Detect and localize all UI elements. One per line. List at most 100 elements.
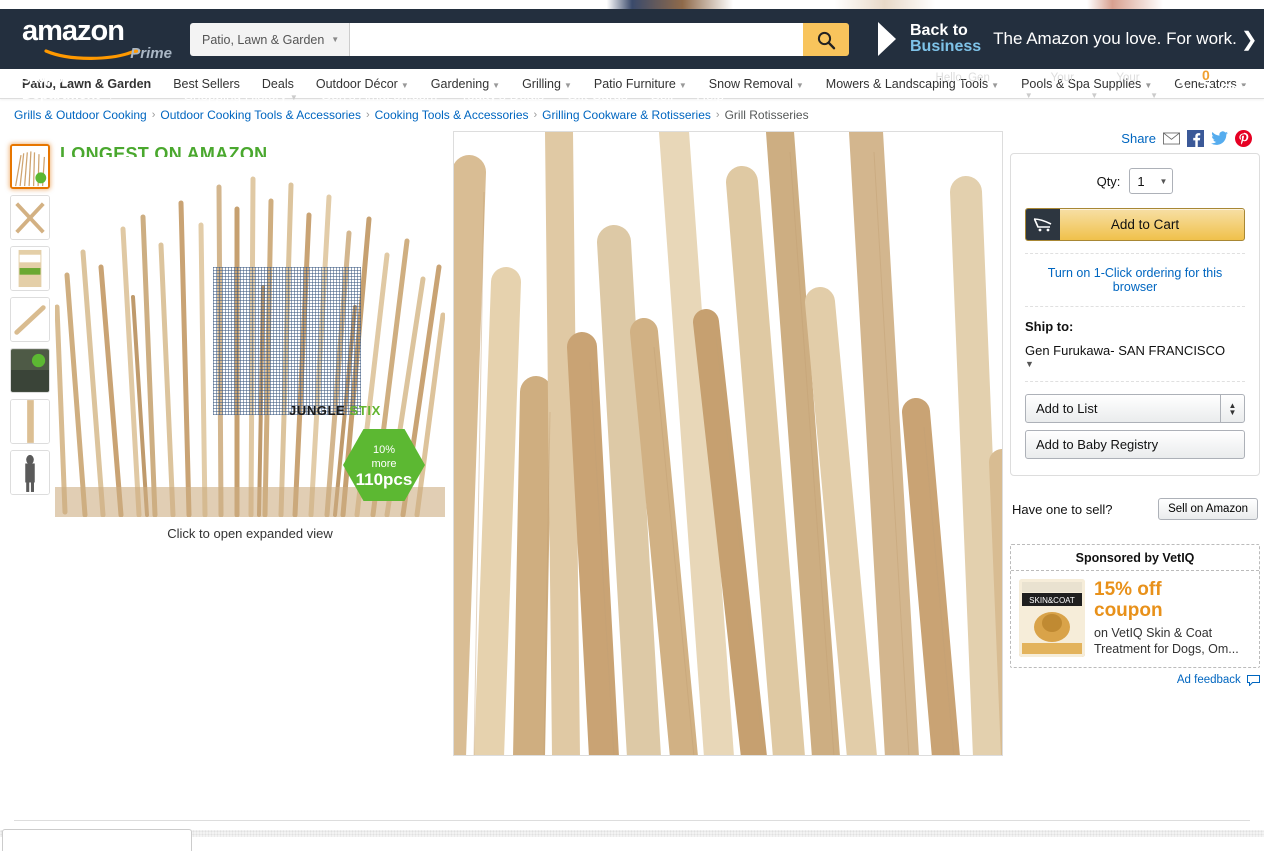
thumbnail-6[interactable] <box>10 399 50 444</box>
prime-line1: Your <box>1050 72 1074 84</box>
email-icon[interactable] <box>1163 130 1180 147</box>
thumbnail-image <box>12 146 48 187</box>
amazon-logo[interactable]: amazon Prime <box>22 15 172 63</box>
nav-link-label: Shopping History <box>184 88 287 103</box>
chevron-down-icon: ▼ <box>331 35 340 44</box>
search-icon <box>817 31 836 49</box>
add-to-list-select[interactable]: Add to List ▲ ▼ <box>1025 394 1245 423</box>
hex-line1: 10% <box>372 444 396 456</box>
your-prime-menu[interactable]: Your Prime ▼ <box>1051 71 1099 103</box>
b2b-arrow-icon <box>878 22 896 56</box>
chevron-down-icon: ▼ <box>1159 176 1168 186</box>
shop-by-department-menu[interactable]: Shop by Department ▼ <box>22 72 118 102</box>
thumbnail-4[interactable] <box>10 297 50 342</box>
facebook-icon[interactable] <box>1187 130 1204 147</box>
quantity-select[interactable]: 1 ▼ <box>1129 168 1174 194</box>
main-navigation-bar: amazon Prime Patio, Lawn & Garden ▼ Back… <box>0 9 1264 103</box>
thumbnail-image <box>11 349 49 392</box>
breadcrumb-item-2[interactable]: Outdoor Cooking Tools & Accessories <box>160 108 361 122</box>
sponsored-ad-box[interactable]: Sponsored by VetIQ SKIN&COAT 15% off cou… <box>1010 544 1260 668</box>
search-category-label: Patio, Lawn & Garden <box>202 32 325 47</box>
ad-headline-line1: 15% off <box>1094 579 1162 600</box>
thumbnail-image <box>11 451 49 494</box>
bottom-tab[interactable] <box>2 829 192 851</box>
thumbnail-5[interactable] <box>10 348 50 393</box>
share-row: Share <box>1010 128 1260 153</box>
sell-on-amazon-button[interactable]: Sell on Amazon <box>1158 498 1258 520</box>
vetiq-package-illustration: SKIN&COAT <box>1019 579 1085 657</box>
hex-line3: 110pcs <box>355 470 413 489</box>
quantity-label: Qty: <box>1096 173 1121 189</box>
breadcrumb-item-4[interactable]: Grilling Cookware & Rotisseries <box>542 108 711 122</box>
nav-link-gens-amazon[interactable]: Gen's Amazon.com <box>321 88 438 103</box>
pinterest-icon[interactable] <box>1235 130 1252 147</box>
ad-headline-line2: coupon <box>1094 600 1163 621</box>
nav-link-gift-cards[interactable]: Gift Cards <box>567 88 628 103</box>
breadcrumb-item-3[interactable]: Cooking Tools & Accessories <box>375 108 529 122</box>
b2b-tagline: The Amazon you love. For work. <box>993 29 1237 48</box>
shopping-cart-icon <box>1177 75 1212 98</box>
back-to-business-banner[interactable]: Back to Business The Amazon you love. Fo… <box>872 18 1262 60</box>
brand-name-part1: JUNGLE <box>289 403 350 418</box>
chevron-down-icon: ▼ <box>289 93 298 102</box>
ship-to-address: Gen Furukawa- SAN FRANCISCO <box>1025 343 1226 358</box>
nav-link-shopping-history[interactable]: Shopping History ▼ <box>184 88 298 103</box>
twitter-icon[interactable] <box>1211 130 1228 147</box>
search-bar: Patio, Lawn & Garden ▼ <box>190 23 849 56</box>
nav-link-todays-deals[interactable]: Today's Deals <box>460 88 544 103</box>
zoom-lens-overlay[interactable] <box>213 267 361 415</box>
your-account-label: Your Account <box>935 86 1023 101</box>
thumbnail-1[interactable] <box>10 144 50 189</box>
breadcrumb-item-1[interactable]: Grills & Outdoor Cooking <box>14 108 147 122</box>
shop-by-line1: Shop by <box>22 72 70 86</box>
shop-by-line2: Department ▼ <box>22 87 118 102</box>
ad-sponsored-by: Sponsored by VetIQ <box>1011 545 1259 571</box>
chevron-down-icon: ▼ <box>1022 91 1033 100</box>
thumbnail-7[interactable] <box>10 450 50 495</box>
thumbnail-image <box>11 247 49 290</box>
expand-view-note[interactable]: Click to open expanded view <box>55 526 445 541</box>
ship-to-dropdown-toggle[interactable]: ▼ <box>1025 359 1245 369</box>
nav-link-help[interactable]: Help <box>696 88 724 103</box>
add-to-cart-button[interactable]: Add to Cart <box>1025 208 1245 241</box>
ad-subtext: on VetIQ Skin & Coat Treatment for Dogs,… <box>1094 626 1239 656</box>
add-to-baby-registry-button[interactable]: Add to Baby Registry <box>1025 430 1245 459</box>
thumbnail-3[interactable] <box>10 246 50 291</box>
brand-wordmark: JUNGLE STIX <box>289 403 381 418</box>
prime-label: Prime <box>130 45 172 62</box>
search-input[interactable] <box>350 23 803 56</box>
zoomed-bamboo-illustration <box>454 132 1002 755</box>
stepper-icon: ▲ ▼ <box>1220 395 1244 422</box>
main-product-image[interactable]: LONGEST ON AMAZON JUNGLE STIX 10% more 1… <box>55 132 445 522</box>
divider <box>1025 381 1245 382</box>
ad-product-image: SKIN&COAT <box>1019 579 1085 657</box>
nav-link-sell[interactable]: Sell <box>651 88 674 103</box>
cart-label: Cart <box>1219 81 1250 98</box>
amazon-logo-text: amazon <box>22 15 125 47</box>
search-category-dropdown[interactable]: Patio, Lawn & Garden ▼ <box>190 23 351 56</box>
add-to-list-label: Add to List <box>1036 401 1098 416</box>
breadcrumb-item-current: Grill Rotisseries <box>724 108 809 122</box>
cart-count-badge: 0 <box>1201 67 1210 83</box>
image-zoom-panel <box>453 131 1003 756</box>
share-label[interactable]: Share <box>1121 131 1156 146</box>
top-banner-sliver <box>0 0 1264 9</box>
svg-text:SKIN&COAT: SKIN&COAT <box>1029 596 1075 605</box>
your-prime-label: Prime <box>1050 86 1089 101</box>
ship-to-label: Ship to: <box>1025 319 1074 334</box>
ad-text: 15% off coupon on VetIQ Skin & Coat Trea… <box>1094 579 1251 657</box>
search-submit-button[interactable] <box>803 23 849 56</box>
ad-feedback-link[interactable]: Ad feedback <box>1010 674 1260 687</box>
quantity-row: Qty: 1 ▼ <box>1025 168 1245 194</box>
your-account-menu[interactable]: Hello, Gen Your Account ▼ <box>936 71 1033 103</box>
chevron-right-icon[interactable]: ❯ <box>1241 27 1258 52</box>
thumbnail-2[interactable] <box>10 195 50 240</box>
cart-button[interactable]: 0 Cart <box>1176 67 1250 101</box>
chevron-down-icon: ▼ <box>103 86 118 102</box>
have-one-to-sell-label: Have one to sell? <box>1012 501 1113 517</box>
account-nav-group: Hello, Gen Your Account ▼ Your Prime ▼ Y… <box>936 67 1250 103</box>
quantity-value: 1 <box>1137 173 1145 189</box>
your-lists-menu[interactable]: Your Lists ▼ <box>1116 71 1158 103</box>
b2b-line2: Business <box>910 38 982 55</box>
one-click-ordering-link[interactable]: Turn on 1-Click ordering for this browse… <box>1025 266 1245 294</box>
